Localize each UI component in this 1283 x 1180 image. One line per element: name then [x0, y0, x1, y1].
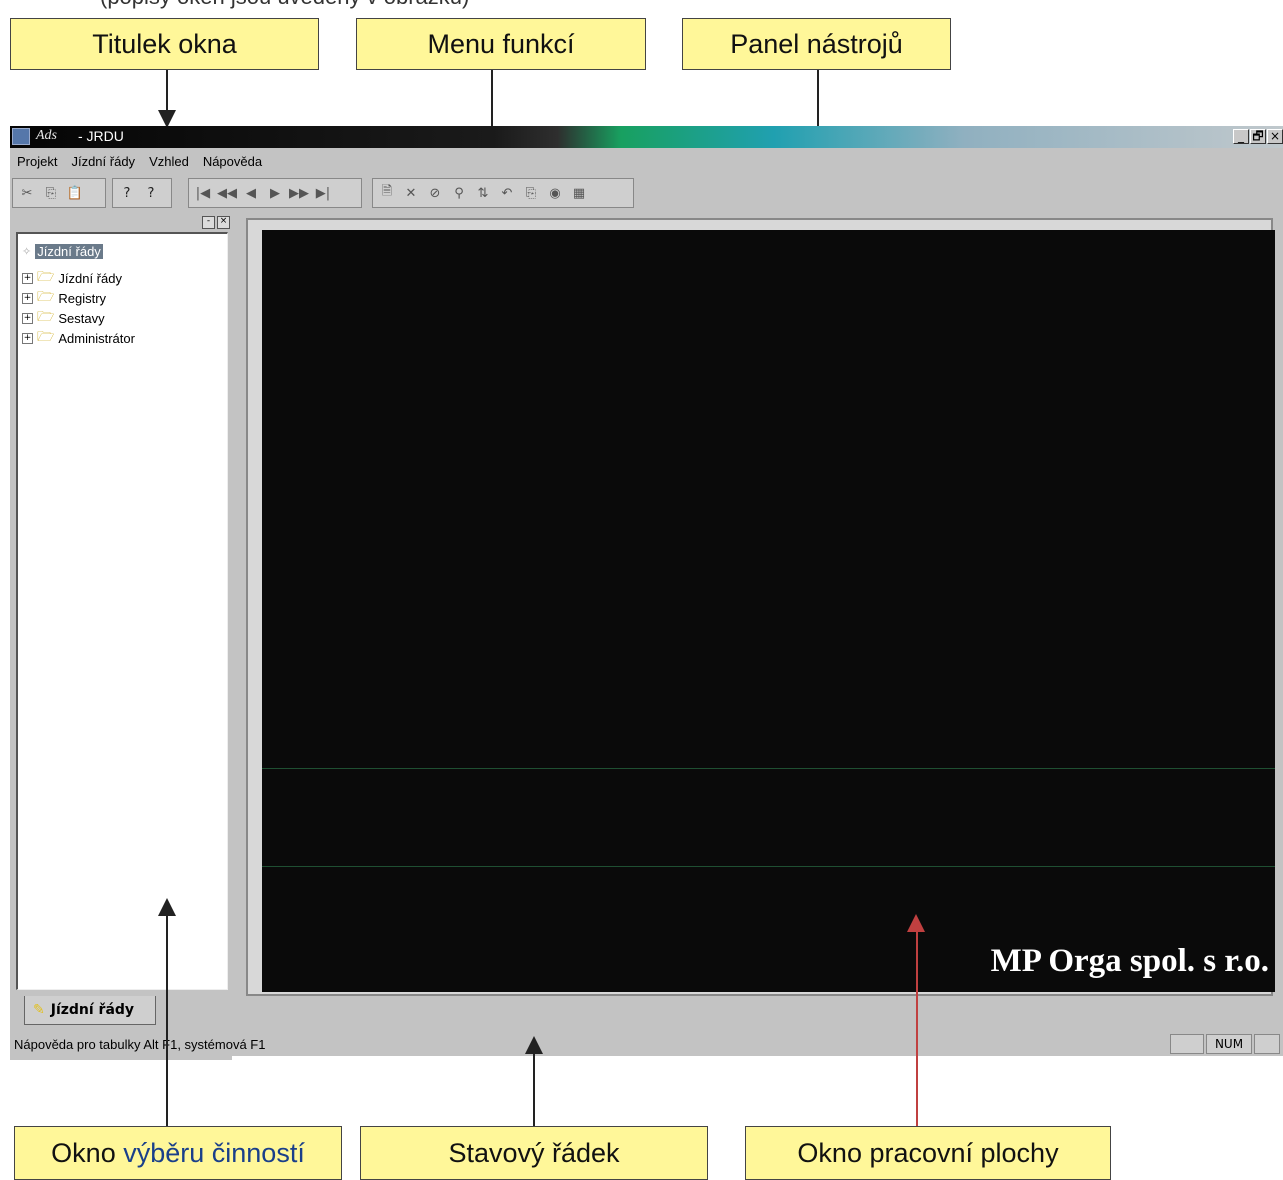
record-icon[interactable]: ◉	[544, 182, 566, 204]
workspace[interactable]: MP Orga spol. s r.o.	[262, 230, 1275, 992]
next-record-icon[interactable]: ▶	[264, 182, 286, 204]
toolbar: ✂ ⎘ 📋 ? ? |◀ ◀◀ ◀ ▶ ▶▶ ▶| 🗎 ✕ ⊘ ⚲ ⇅ ↶ ⎘ …	[12, 178, 1282, 210]
prev-page-icon[interactable]: ◀◀	[216, 182, 238, 204]
workspace-line	[262, 768, 1275, 769]
callout-window-title: Titulek okna	[10, 18, 319, 70]
callout-function-menu: Menu funkcí	[356, 18, 646, 70]
arrow-activity-head	[158, 898, 176, 916]
app-window: Ads - JRDU _ 🗗 × Projekt Jízdní řády Vzh…	[10, 126, 1283, 1060]
callout-activity-window: Okno výběru činností	[14, 1126, 342, 1180]
workspace-brand: MP Orga spol. s r.o.	[990, 943, 1269, 979]
toolbar-group-navigation: |◀ ◀◀ ◀ ▶ ▶▶ ▶|	[188, 178, 362, 208]
menu-bar: Projekt Jízdní řády Vzhled Nápověda	[10, 152, 1283, 172]
toolbar-group-help: ? ?	[112, 178, 172, 208]
app-title: - JRDU	[78, 128, 124, 144]
tree-item-administrator[interactable]: + 🗁 Administrátor	[22, 326, 135, 350]
expand-icon[interactable]: +	[22, 332, 33, 344]
status-bar: Nápověda pro tabulky Alt F1, systémová F…	[10, 1032, 1283, 1056]
callout-toolbar-panel: Panel nástrojů	[682, 18, 951, 70]
context-help-icon[interactable]: ?	[116, 182, 138, 204]
find-icon[interactable]: ⚲	[448, 182, 470, 204]
help-icon[interactable]: ?	[140, 182, 162, 204]
activity-panel: - × ✧ Jízdní řády + 🗁 Jízdní řády + 🗁 Re…	[10, 212, 232, 1060]
next-page-icon[interactable]: ▶▶	[288, 182, 310, 204]
top-caption-partial: (popisy oken jsou uvedeny v obrázku)	[100, 0, 469, 10]
arrow-status-head	[525, 1036, 543, 1054]
menu-vzhled[interactable]: Vzhled	[142, 152, 196, 172]
workspace-line	[262, 866, 1275, 867]
paste-icon[interactable]: 📋	[64, 182, 86, 204]
status-text: Nápověda pro tabulky Alt F1, systémová F…	[14, 1037, 266, 1052]
tree-item-label: Registry	[58, 290, 107, 306]
table-icon[interactable]: ▦	[568, 182, 590, 204]
callout-work-area: Okno pracovní plochy	[745, 1126, 1111, 1180]
status-cell-empty	[1254, 1034, 1280, 1054]
callout-status-line: Stavový řádek	[360, 1126, 708, 1180]
panel-controls: - ×	[202, 216, 230, 229]
tree-item-label: Sestavy	[58, 310, 105, 326]
minimize-button[interactable]: _	[1233, 129, 1249, 144]
tree-item-label: Administrátor	[58, 330, 135, 346]
tree-item-label: Jízdní řády	[58, 270, 122, 286]
first-record-icon[interactable]: |◀	[192, 182, 214, 204]
last-record-icon[interactable]: ▶|	[312, 182, 334, 204]
status-cell-empty	[1170, 1034, 1204, 1054]
folder-icon: 🗁	[37, 328, 55, 344]
copy-icon[interactable]: ⎘	[40, 182, 62, 204]
expand-icon[interactable]: +	[22, 272, 33, 284]
panel-minimize-icon[interactable]: -	[202, 216, 215, 229]
cut-icon[interactable]: ✂	[16, 182, 38, 204]
callout-activity-window-word: Okno	[51, 1137, 116, 1168]
new-record-icon[interactable]: 🗎	[376, 182, 398, 204]
tab-jizdni-rady[interactable]: ✎ Jízdní řády	[24, 996, 156, 1025]
prev-record-icon[interactable]: ◀	[240, 182, 262, 204]
tree-view[interactable]: ✧ Jízdní řády + 🗁 Jízdní řády + 🗁 Regist…	[16, 232, 228, 990]
delete-icon[interactable]: ✕	[400, 182, 422, 204]
expand-icon[interactable]: +	[22, 292, 33, 304]
timetable-icon: ✎	[33, 1002, 45, 1018]
menu-napoveda[interactable]: Nápověda	[196, 152, 269, 172]
restore-button[interactable]: 🗗	[1250, 129, 1266, 144]
arrow-activity-line	[166, 914, 168, 1126]
arrow-workspace-line	[916, 932, 918, 1126]
tree-root-label: Jízdní řády	[35, 244, 103, 259]
menu-projekt[interactable]: Projekt	[10, 152, 64, 172]
expand-icon[interactable]: +	[22, 312, 33, 324]
app-name: Ads	[36, 128, 57, 143]
panel-close-icon[interactable]: ×	[217, 216, 230, 229]
app-icon[interactable]	[12, 128, 30, 145]
toolbar-group-records: 🗎 ✕ ⊘ ⚲ ⇅ ↶ ⎘ ◉ ▦	[372, 178, 634, 208]
status-num: NUM	[1206, 1034, 1252, 1054]
root-icon: ✧	[22, 246, 32, 258]
sort-icon[interactable]: ⇅	[472, 182, 494, 204]
cancel-icon[interactable]: ⊘	[424, 182, 446, 204]
copy-record-icon[interactable]: ⎘	[520, 182, 542, 204]
close-button[interactable]: ×	[1267, 129, 1283, 144]
tab-label: Jízdní řády	[50, 1002, 135, 1018]
arrow-status-line	[533, 1054, 535, 1126]
tree-root[interactable]: ✧ Jízdní řády	[22, 244, 103, 259]
undo-icon[interactable]: ↶	[496, 182, 518, 204]
title-bar[interactable]: Ads - JRDU _ 🗗 ×	[10, 126, 1283, 148]
arrow-workspace-head	[907, 914, 925, 932]
menu-jizdni-rady[interactable]: Jízdní řády	[64, 152, 142, 172]
callout-activity-window-rest: výběru činností	[123, 1137, 305, 1168]
arrow-window-title-line	[166, 70, 168, 114]
toolbar-group-edit: ✂ ⎘ 📋	[12, 178, 106, 208]
